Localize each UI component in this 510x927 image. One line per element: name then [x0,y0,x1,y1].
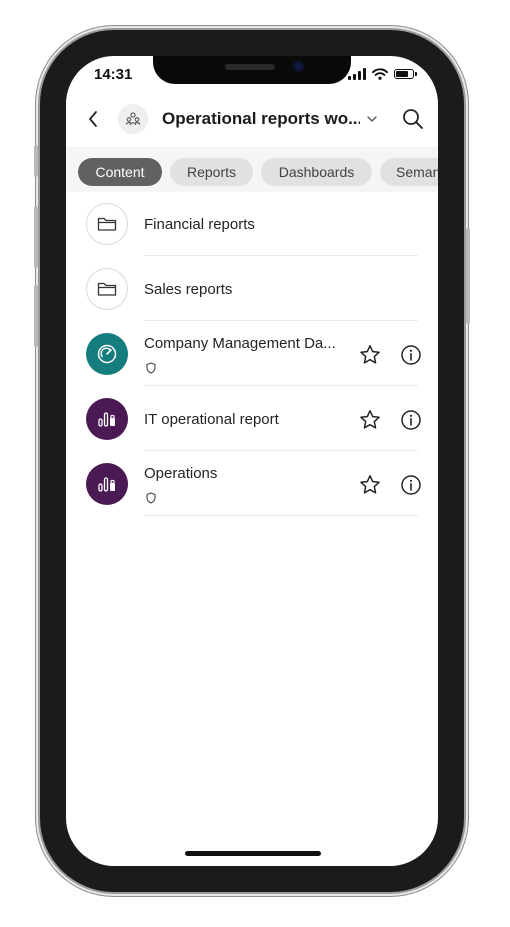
shield-icon [146,492,156,504]
people-group-icon [125,112,141,126]
volume-up-button [34,206,38,268]
filter-chip-dashboards[interactable]: Dashboards [261,158,372,186]
battery-icon [394,69,417,79]
silent-switch [34,145,38,177]
info-button[interactable] [399,473,423,497]
list-item[interactable]: Operations [66,452,438,516]
filter-chip-content[interactable]: Content [78,158,162,186]
back-button[interactable] [80,106,106,132]
item-icon [86,398,128,440]
cellular-signal-icon [348,68,366,80]
folder-icon [97,217,117,231]
front-camera [293,61,304,72]
item-label: IT operational report [144,411,279,428]
divider [144,385,418,386]
info-icon [401,475,421,495]
star-icon [360,345,380,364]
divider [144,515,418,516]
item-icon [86,268,128,310]
item-icon [86,203,128,245]
favorite-button[interactable] [358,343,382,367]
item-icon [86,463,128,505]
filter-chip-semantic[interactable]: Seman [380,158,438,186]
status-time: 14:31 [94,66,133,83]
report-chart-icon [98,412,115,427]
home-indicator[interactable] [185,851,321,856]
favorite-button[interactable] [358,408,382,432]
app-header: Operational reports wo... [66,96,438,142]
info-icon [401,410,421,430]
divider [144,255,418,256]
status-icons [348,68,417,80]
gauge-icon [97,344,117,364]
list-item[interactable]: Company Management Da... [66,322,438,386]
list-item[interactable]: IT operational report [66,387,438,451]
info-button[interactable] [399,408,423,432]
speaker-grille [225,64,275,70]
favorite-button[interactable] [358,473,382,497]
info-icon [401,345,421,365]
filter-chip-reports[interactable]: Reports [170,158,253,186]
folder-icon [97,282,117,296]
notch [153,56,351,84]
divider [144,320,418,321]
item-label: Sales reports [144,281,233,298]
star-icon [360,475,380,494]
item-icon [86,333,128,375]
divider [144,450,418,451]
volume-down-button [34,285,38,347]
list-item[interactable]: Sales reports [66,257,438,321]
shield-icon [146,362,156,374]
list-item[interactable]: Financial reports [66,192,438,256]
phone-screen: 14:31 Operational reports wo... Content … [66,56,438,866]
workspace-avatar[interactable] [118,104,148,134]
item-label: Company Management Da... [144,335,336,352]
search-icon [403,109,423,129]
phone-frame: 14:31 Operational reports wo... Content … [34,30,470,892]
item-label: Financial reports [144,216,255,233]
workspace-title[interactable]: Operational reports wo... [162,109,360,129]
info-button[interactable] [399,343,423,367]
report-chart-icon [98,477,115,492]
filter-bar: Content Reports Dashboards Seman [66,147,438,192]
chevron-down-icon[interactable] [364,111,380,127]
wifi-icon [372,68,388,80]
power-button [466,228,470,324]
search-button[interactable] [400,106,426,132]
item-label: Operations [144,465,218,482]
star-icon [360,410,380,429]
chevron-left-icon [89,111,97,127]
